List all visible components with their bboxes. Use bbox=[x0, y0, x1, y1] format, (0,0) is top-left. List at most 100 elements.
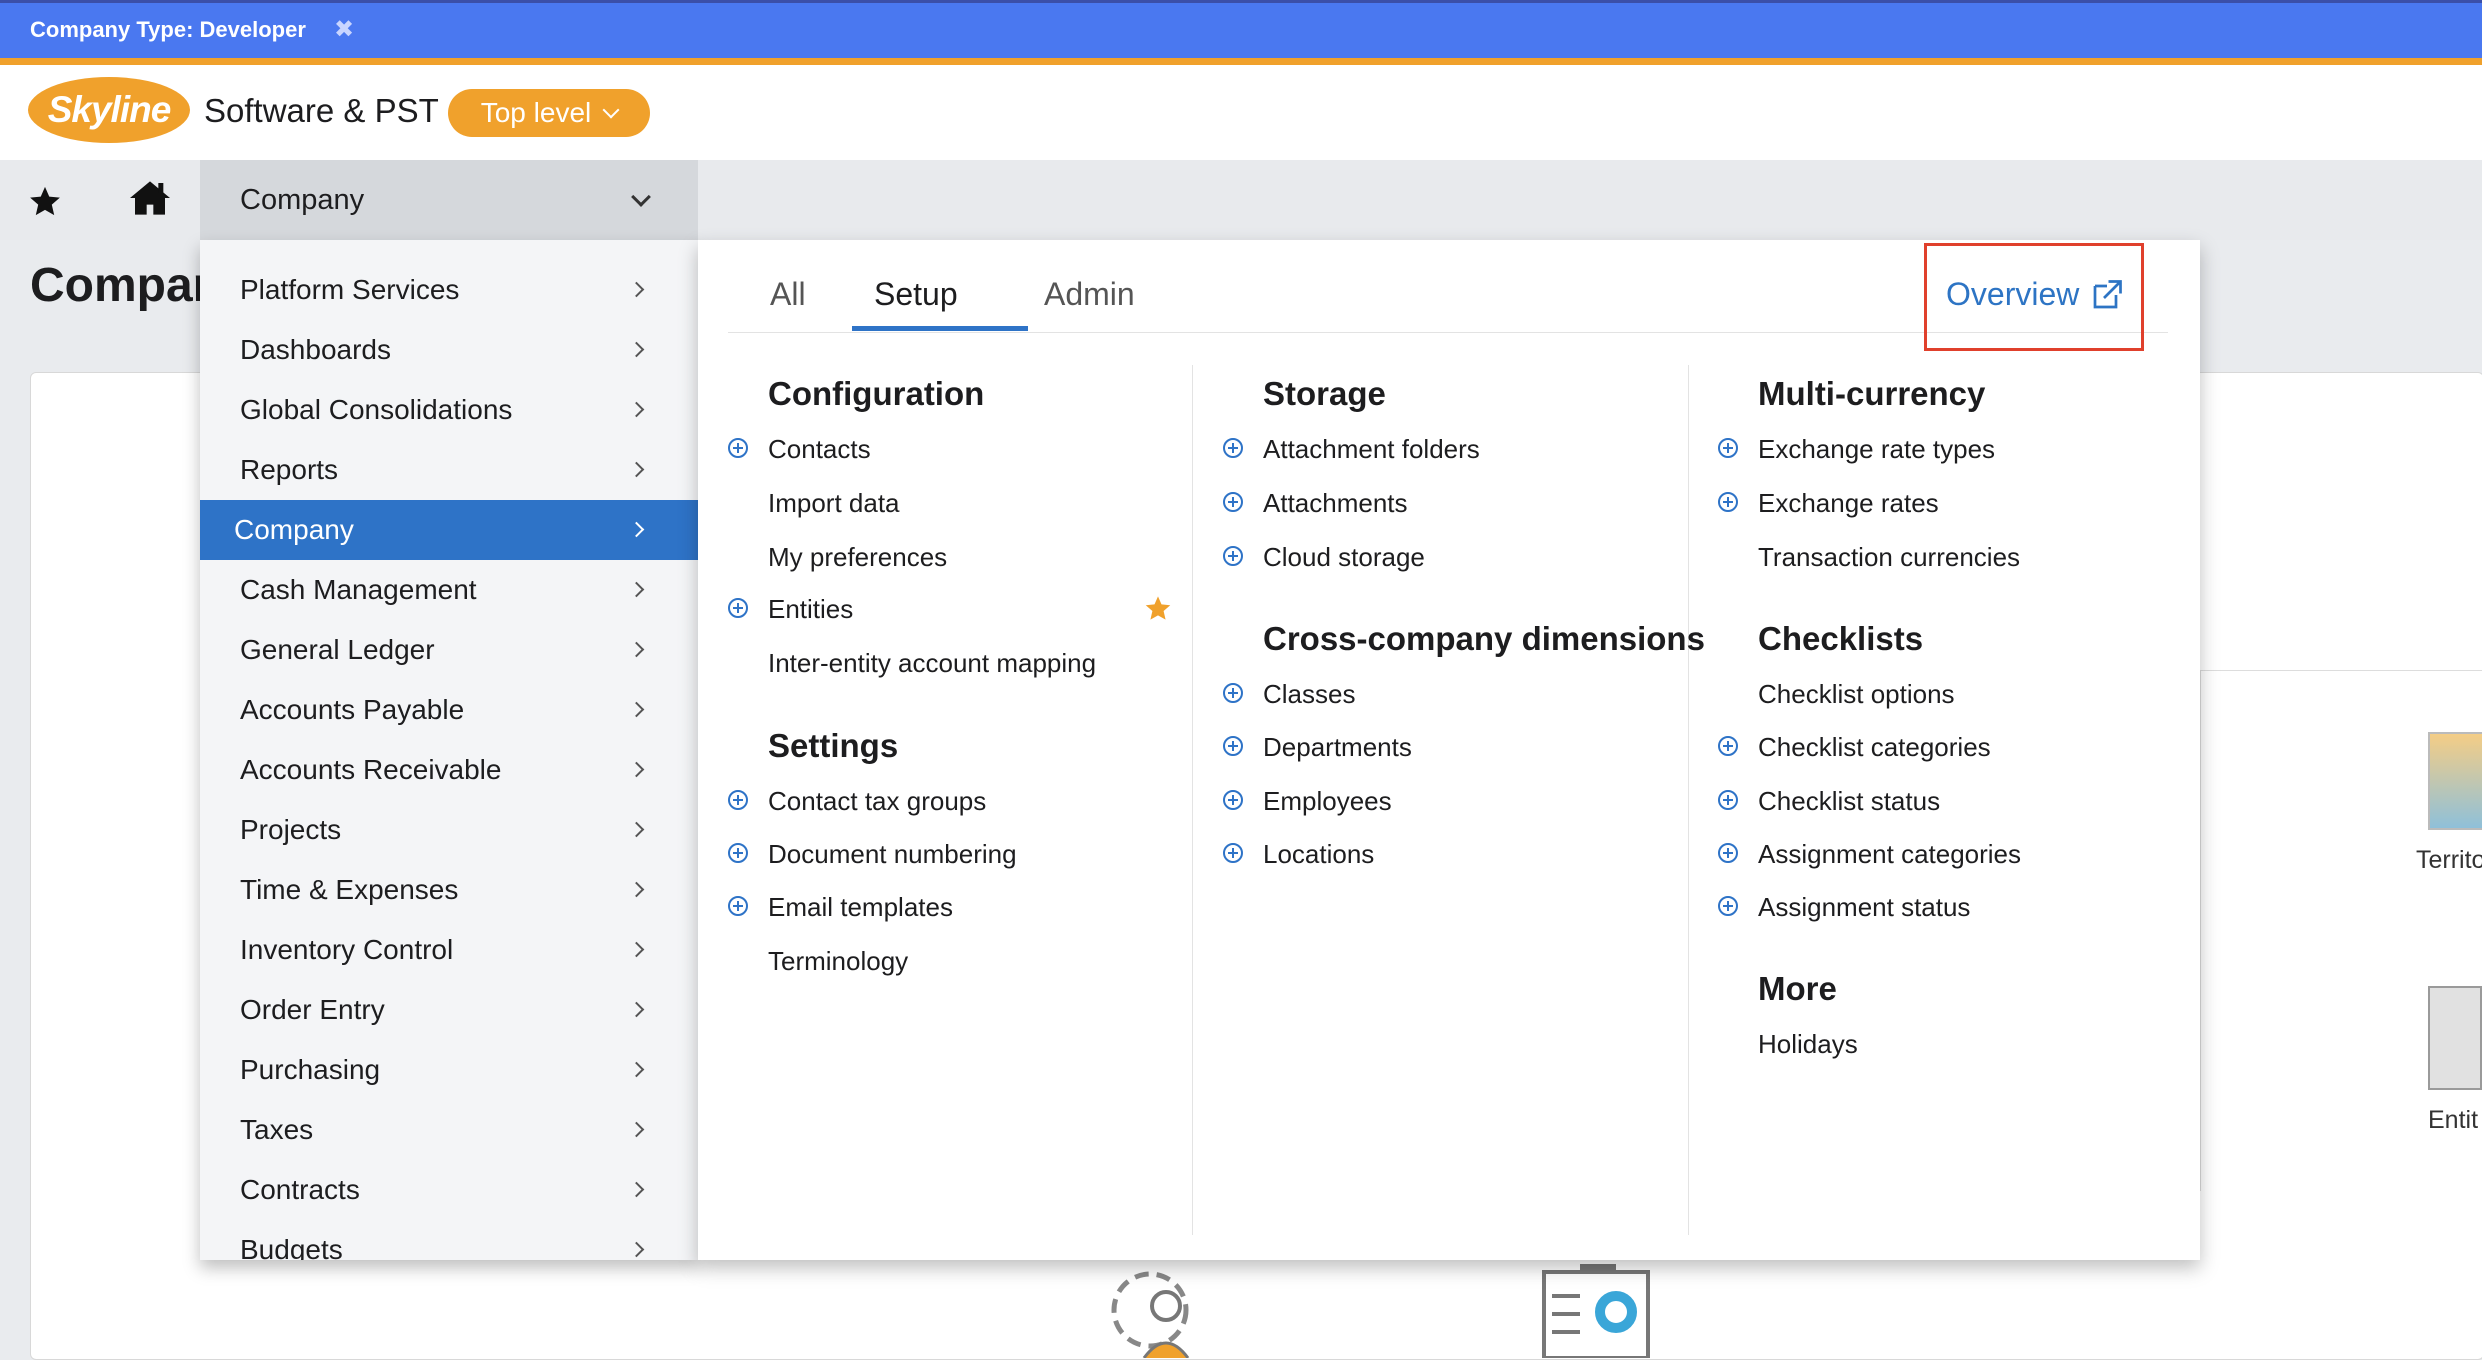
add-checklist-status-icon[interactable] bbox=[1718, 790, 1738, 810]
sidebar-item-accounts-receivable[interactable]: Accounts Receivable bbox=[200, 740, 698, 800]
sidebar-item-platform-services[interactable]: Platform Services bbox=[200, 260, 698, 320]
sidebar-item-label: Order Entry bbox=[240, 994, 385, 1025]
menu-item-assignment-status[interactable]: Assignment status bbox=[1758, 892, 1970, 923]
sidebar-item-cash-management[interactable]: Cash Management bbox=[200, 560, 698, 620]
menu-item-email-templates[interactable]: Email templates bbox=[768, 892, 953, 923]
add-exchange-rate-types-icon[interactable] bbox=[1718, 438, 1738, 458]
menu-item-assignment-categories[interactable]: Assignment categories bbox=[1758, 839, 2021, 870]
add-document-numbering-icon[interactable] bbox=[728, 843, 748, 863]
sidebar-item-label: Platform Services bbox=[240, 274, 460, 305]
menu-item-inter-entity-mapping[interactable]: Inter-entity account mapping bbox=[768, 648, 1096, 679]
sidebar-item-budgets[interactable]: Budgets bbox=[200, 1220, 698, 1260]
logo-text: Skyline bbox=[47, 89, 172, 130]
favorite-star-icon[interactable] bbox=[1144, 594, 1172, 622]
sidebar-item-reports[interactable]: Reports bbox=[200, 440, 698, 500]
entity-level-label: Top level bbox=[480, 97, 592, 128]
add-assignment-status-icon[interactable] bbox=[1718, 896, 1738, 916]
sidebar-item-label: Cash Management bbox=[240, 574, 477, 605]
user-gear-icon[interactable] bbox=[1100, 1262, 1208, 1358]
sidebar-item-time-expenses[interactable]: Time & Expenses bbox=[200, 860, 698, 920]
add-locations-icon[interactable] bbox=[1223, 843, 1243, 863]
module-menu: Platform Services Dashboards Global Consol… bbox=[200, 240, 698, 1260]
menu-item-contacts[interactable]: Contacts bbox=[768, 434, 871, 465]
sidebar-item-general-ledger[interactable]: General Ledger bbox=[200, 620, 698, 680]
sidebar-item-accounts-payable[interactable]: Accounts Payable bbox=[200, 680, 698, 740]
home-icon[interactable] bbox=[128, 178, 172, 218]
section-title-cross-company-dimensions: Cross-company dimensions bbox=[1263, 620, 1705, 657]
sidebar-item-order-entry[interactable]: Order Entry bbox=[200, 980, 698, 1040]
menu-item-employees[interactable]: Employees bbox=[1263, 786, 1392, 817]
nav-company-menu[interactable]: Company bbox=[200, 160, 698, 240]
add-assignment-categories-icon[interactable] bbox=[1718, 843, 1738, 863]
menu-item-import-data[interactable]: Import data bbox=[768, 488, 900, 519]
menu-item-departments[interactable]: Departments bbox=[1263, 732, 1412, 763]
add-attachments-icon[interactable] bbox=[1223, 492, 1243, 512]
entities-label[interactable]: Entit bbox=[2428, 1106, 2478, 1135]
sidebar-item-purchasing[interactable]: Purchasing bbox=[200, 1040, 698, 1100]
add-employees-icon[interactable] bbox=[1223, 790, 1243, 810]
menu-item-checklist-status[interactable]: Checklist status bbox=[1758, 786, 1940, 817]
add-email-templates-icon[interactable] bbox=[728, 896, 748, 916]
sidebar-item-inventory-control[interactable]: Inventory Control bbox=[200, 920, 698, 980]
menu-item-contact-tax-groups[interactable]: Contact tax groups bbox=[768, 786, 986, 817]
menu-item-terminology[interactable]: Terminology bbox=[768, 946, 908, 977]
add-cloud-storage-icon[interactable] bbox=[1223, 546, 1243, 566]
section-title-checklists: Checklists bbox=[1758, 620, 1924, 657]
territory-label[interactable]: Territo bbox=[2416, 846, 2482, 875]
tab-admin[interactable]: Admin bbox=[1044, 276, 1135, 313]
menu-item-exchange-rate-types[interactable]: Exchange rate types bbox=[1758, 434, 1995, 465]
chevron-right-icon bbox=[628, 701, 645, 718]
external-link-icon bbox=[2094, 279, 2123, 308]
sidebar-item-label: Taxes bbox=[240, 1114, 314, 1145]
menu-item-checklist-options[interactable]: Checklist options bbox=[1758, 679, 1955, 710]
menu-item-document-numbering[interactable]: Document numbering bbox=[768, 839, 1017, 870]
tab-setup[interactable]: Setup bbox=[874, 276, 958, 313]
territory-icon[interactable] bbox=[2428, 732, 2482, 830]
add-exchange-rates-icon[interactable] bbox=[1718, 492, 1738, 512]
sidebar-item-global-consolidations[interactable]: Global Consolidations bbox=[200, 380, 698, 440]
sidebar-item-contracts[interactable]: Contracts bbox=[200, 1160, 698, 1220]
menu-item-classes[interactable]: Classes bbox=[1263, 679, 1355, 710]
chevron-right-icon bbox=[628, 1241, 645, 1258]
add-classes-icon[interactable] bbox=[1223, 683, 1243, 703]
chevron-right-icon bbox=[628, 821, 645, 838]
company-type-label: Company Type: Developer bbox=[30, 17, 306, 42]
chevron-right-icon bbox=[628, 521, 645, 538]
chevron-right-icon bbox=[628, 641, 645, 658]
sidebar-item-projects[interactable]: Projects bbox=[200, 800, 698, 860]
add-contact-tax-groups-icon[interactable] bbox=[728, 790, 748, 810]
sidebar-item-company[interactable]: Company bbox=[200, 500, 698, 560]
menu-item-attachments[interactable]: Attachments bbox=[1263, 488, 1408, 519]
add-departments-icon[interactable] bbox=[1223, 736, 1243, 756]
sidebar-item-dashboards[interactable]: Dashboards bbox=[200, 320, 698, 380]
chevron-right-icon bbox=[628, 881, 645, 898]
entity-level-dropdown[interactable]: Top level bbox=[448, 89, 650, 137]
sidebar-item-label: Accounts Payable bbox=[240, 694, 465, 725]
skyline-logo[interactable]: Skyline bbox=[28, 77, 190, 143]
chevron-right-icon bbox=[628, 1181, 645, 1198]
menu-item-attachment-folders[interactable]: Attachment folders bbox=[1263, 434, 1480, 465]
menu-item-transaction-currencies[interactable]: Transaction currencies bbox=[1758, 542, 2020, 573]
report-icon[interactable] bbox=[1540, 1262, 1652, 1358]
sidebar-item-label: Projects bbox=[240, 814, 342, 845]
menu-item-locations[interactable]: Locations bbox=[1263, 839, 1374, 870]
sidebar-item-label: Company bbox=[234, 514, 354, 545]
active-tab-indicator bbox=[852, 326, 1028, 331]
menu-item-checklist-categories[interactable]: Checklist categories bbox=[1758, 732, 1991, 763]
add-attachment-folders-icon[interactable] bbox=[1223, 438, 1243, 458]
sidebar-item-taxes[interactable]: Taxes bbox=[200, 1100, 698, 1160]
menu-item-my-preferences[interactable]: My preferences bbox=[768, 542, 947, 573]
menu-item-cloud-storage[interactable]: Cloud storage bbox=[1263, 542, 1425, 573]
close-icon[interactable]: ✖ bbox=[334, 15, 354, 44]
tab-all[interactable]: All bbox=[770, 276, 806, 313]
add-entities-icon[interactable] bbox=[728, 598, 748, 618]
star-icon[interactable] bbox=[28, 184, 62, 218]
sidebar-item-label: Inventory Control bbox=[240, 934, 454, 965]
add-contacts-icon[interactable] bbox=[728, 438, 748, 458]
add-checklist-categories-icon[interactable] bbox=[1718, 736, 1738, 756]
menu-item-holidays[interactable]: Holidays bbox=[1758, 1029, 1858, 1060]
overview-link[interactable]: Overview bbox=[1946, 276, 2125, 313]
building-icon[interactable] bbox=[2428, 986, 2482, 1090]
menu-item-entities[interactable]: Entities bbox=[768, 594, 853, 625]
menu-item-exchange-rates[interactable]: Exchange rates bbox=[1758, 488, 1939, 519]
